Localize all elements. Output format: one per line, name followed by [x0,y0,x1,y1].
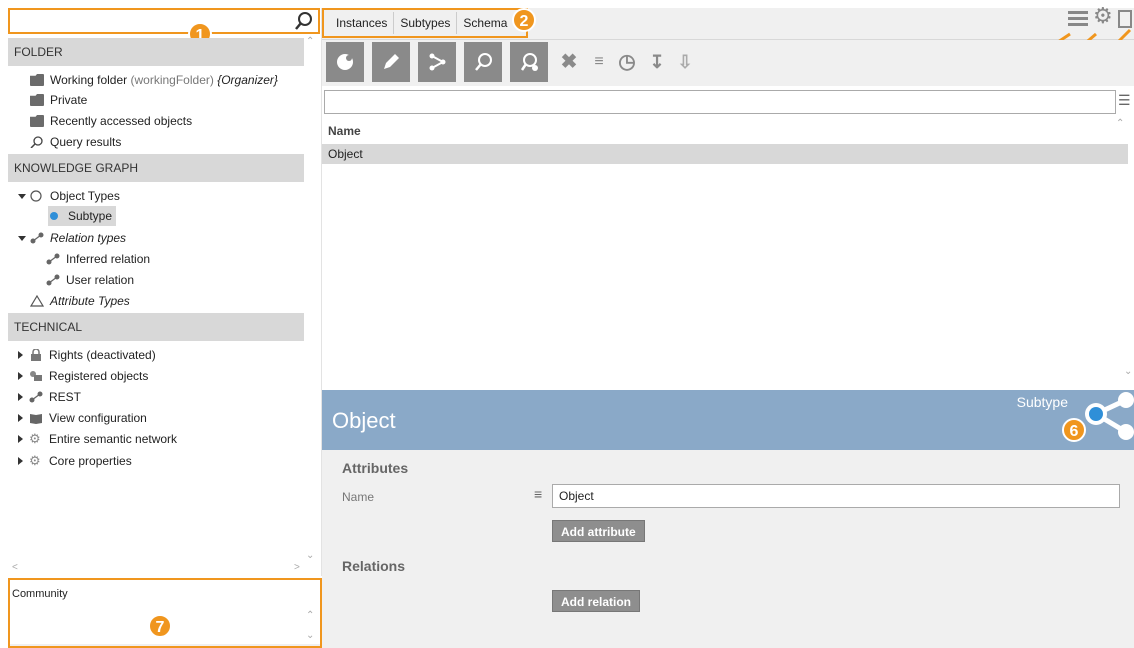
gear-icon: ⚙ [29,431,41,446]
edit-button[interactable] [372,42,410,82]
tree-item-private[interactable]: Private [30,90,87,110]
scroll-up-icon[interactable]: ⌃ [306,36,314,47]
attributes-title: Attributes [342,460,409,476]
tab-schema[interactable]: Schema [457,12,513,34]
move-icon[interactable]: ⇩ [674,50,696,74]
tree-item-user-relation[interactable]: User relation [46,270,134,290]
tree-item-attribute-types[interactable]: Attribute Types [30,291,130,311]
scroll-down-icon[interactable]: ⌄ [306,550,314,561]
tree-item-semantic-network[interactable]: ⚙ Entire semantic network [18,429,177,449]
scroll-left-icon[interactable]: < [12,562,18,573]
attribute-menu-icon[interactable]: ≡ [534,486,542,502]
tree-item-registered-objects[interactable]: Registered objects [18,366,148,386]
expand-icon[interactable] [18,235,26,241]
tree-item-core-properties[interactable]: ⚙ Core properties [18,451,132,471]
relation-icon [30,232,44,244]
tree-item-query-results[interactable]: Query results [30,132,121,152]
clock-icon[interactable]: ◷ [616,50,638,74]
tree-item-recent[interactable]: Recently accessed objects [30,111,192,131]
list-item[interactable]: Object [322,144,1128,164]
tab-instances[interactable]: Instances [330,12,395,34]
callout-7: 7 [148,614,172,638]
community-label: Community [10,580,320,604]
lock-icon [31,349,41,361]
tree-item-view-configuration[interactable]: View configuration [18,408,147,428]
scroll-down-icon[interactable]: ⌄ [306,630,314,641]
filter-input[interactable] [324,90,1116,114]
callout-2: 2 [512,8,536,32]
rest-icon [29,391,43,403]
tree-item-inferred-relation[interactable]: Inferred relation [46,249,150,269]
section-knowledge-graph[interactable]: KNOWLEDGE GRAPH [8,154,304,182]
callout-6: 6 [1062,418,1086,442]
search-icon [475,53,492,71]
registered-objects-icon [30,371,42,381]
expand-icon[interactable] [18,414,23,422]
name-label: Name [342,490,375,504]
hierarchy-list-icon[interactable]: ≡ [588,50,610,74]
folder-icon [30,94,44,106]
expand-icon[interactable] [18,351,23,359]
scroll-right-icon[interactable]: > [294,562,300,573]
detail-body [322,450,1134,648]
search-button[interactable] [464,42,502,82]
expand-icon[interactable] [18,435,23,443]
subtype-graph-icon [1085,392,1134,440]
tree-item-working-folder[interactable]: Working folder (workingFolder) {Organize… [30,70,278,90]
tab-subtypes[interactable]: Subtypes [394,12,458,34]
expand-icon[interactable] [18,393,23,401]
circle-icon [30,190,42,202]
new-icon [337,54,353,70]
graph-icon [429,53,446,71]
add-relation-button[interactable]: Add relation [552,590,641,612]
name-field[interactable]: Object [552,484,1120,508]
column-header-name[interactable]: Name [328,124,361,138]
new-button[interactable] [326,42,364,82]
advanced-search-icon [520,53,538,71]
expand-icon[interactable] [18,457,23,465]
advanced-search-button[interactable] [510,42,548,82]
tree-item-object-types[interactable]: Object Types [18,186,120,206]
tree-item-subtype[interactable]: Subtype [48,206,117,226]
subtype-dot-icon [50,212,58,220]
gear-icon: ⚙ [29,453,41,468]
add-attribute-button[interactable]: Add attribute [552,520,645,542]
scroll-down-icon[interactable]: ⌄ [1124,366,1132,377]
scroll-up-icon[interactable]: ⌃ [306,610,314,621]
folder-icon [30,74,44,86]
tabs: Instances Subtypes Schema [322,8,528,38]
section-folder[interactable]: FOLDER [8,38,304,66]
section-technical[interactable]: TECHNICAL [8,313,304,341]
relation-icon [46,253,60,265]
pencil-icon [384,54,399,69]
search-icon[interactable] [294,11,314,31]
community-panel: Community [8,578,322,648]
search-icon [30,136,43,148]
tree-item-relation-types[interactable]: Relation types [18,228,126,248]
expand-icon[interactable] [18,193,26,199]
download-tree-icon[interactable]: ↧ [646,50,668,74]
triangle-icon [30,295,44,307]
tree-item-rest[interactable]: REST [18,387,81,407]
detail-title: Object [332,408,396,433]
expand-icon[interactable] [18,372,23,380]
search-input[interactable] [8,8,320,34]
folder-icon [30,115,44,127]
detail-type-label: Subtype [1016,394,1068,410]
graph-button[interactable] [418,42,456,82]
detail-header: Object Subtype [322,390,1134,450]
stack-icon[interactable]: ☰ [1118,92,1132,110]
relations-title: Relations [342,558,406,574]
delete-icon[interactable]: ✖ [558,50,580,74]
book-icon [30,414,42,424]
tree-item-rights[interactable]: Rights (deactivated) [18,345,156,365]
relation-icon [46,274,60,286]
scroll-up-icon[interactable]: ⌃ [1116,118,1124,129]
subtype-list: Name Object [322,118,1128,380]
